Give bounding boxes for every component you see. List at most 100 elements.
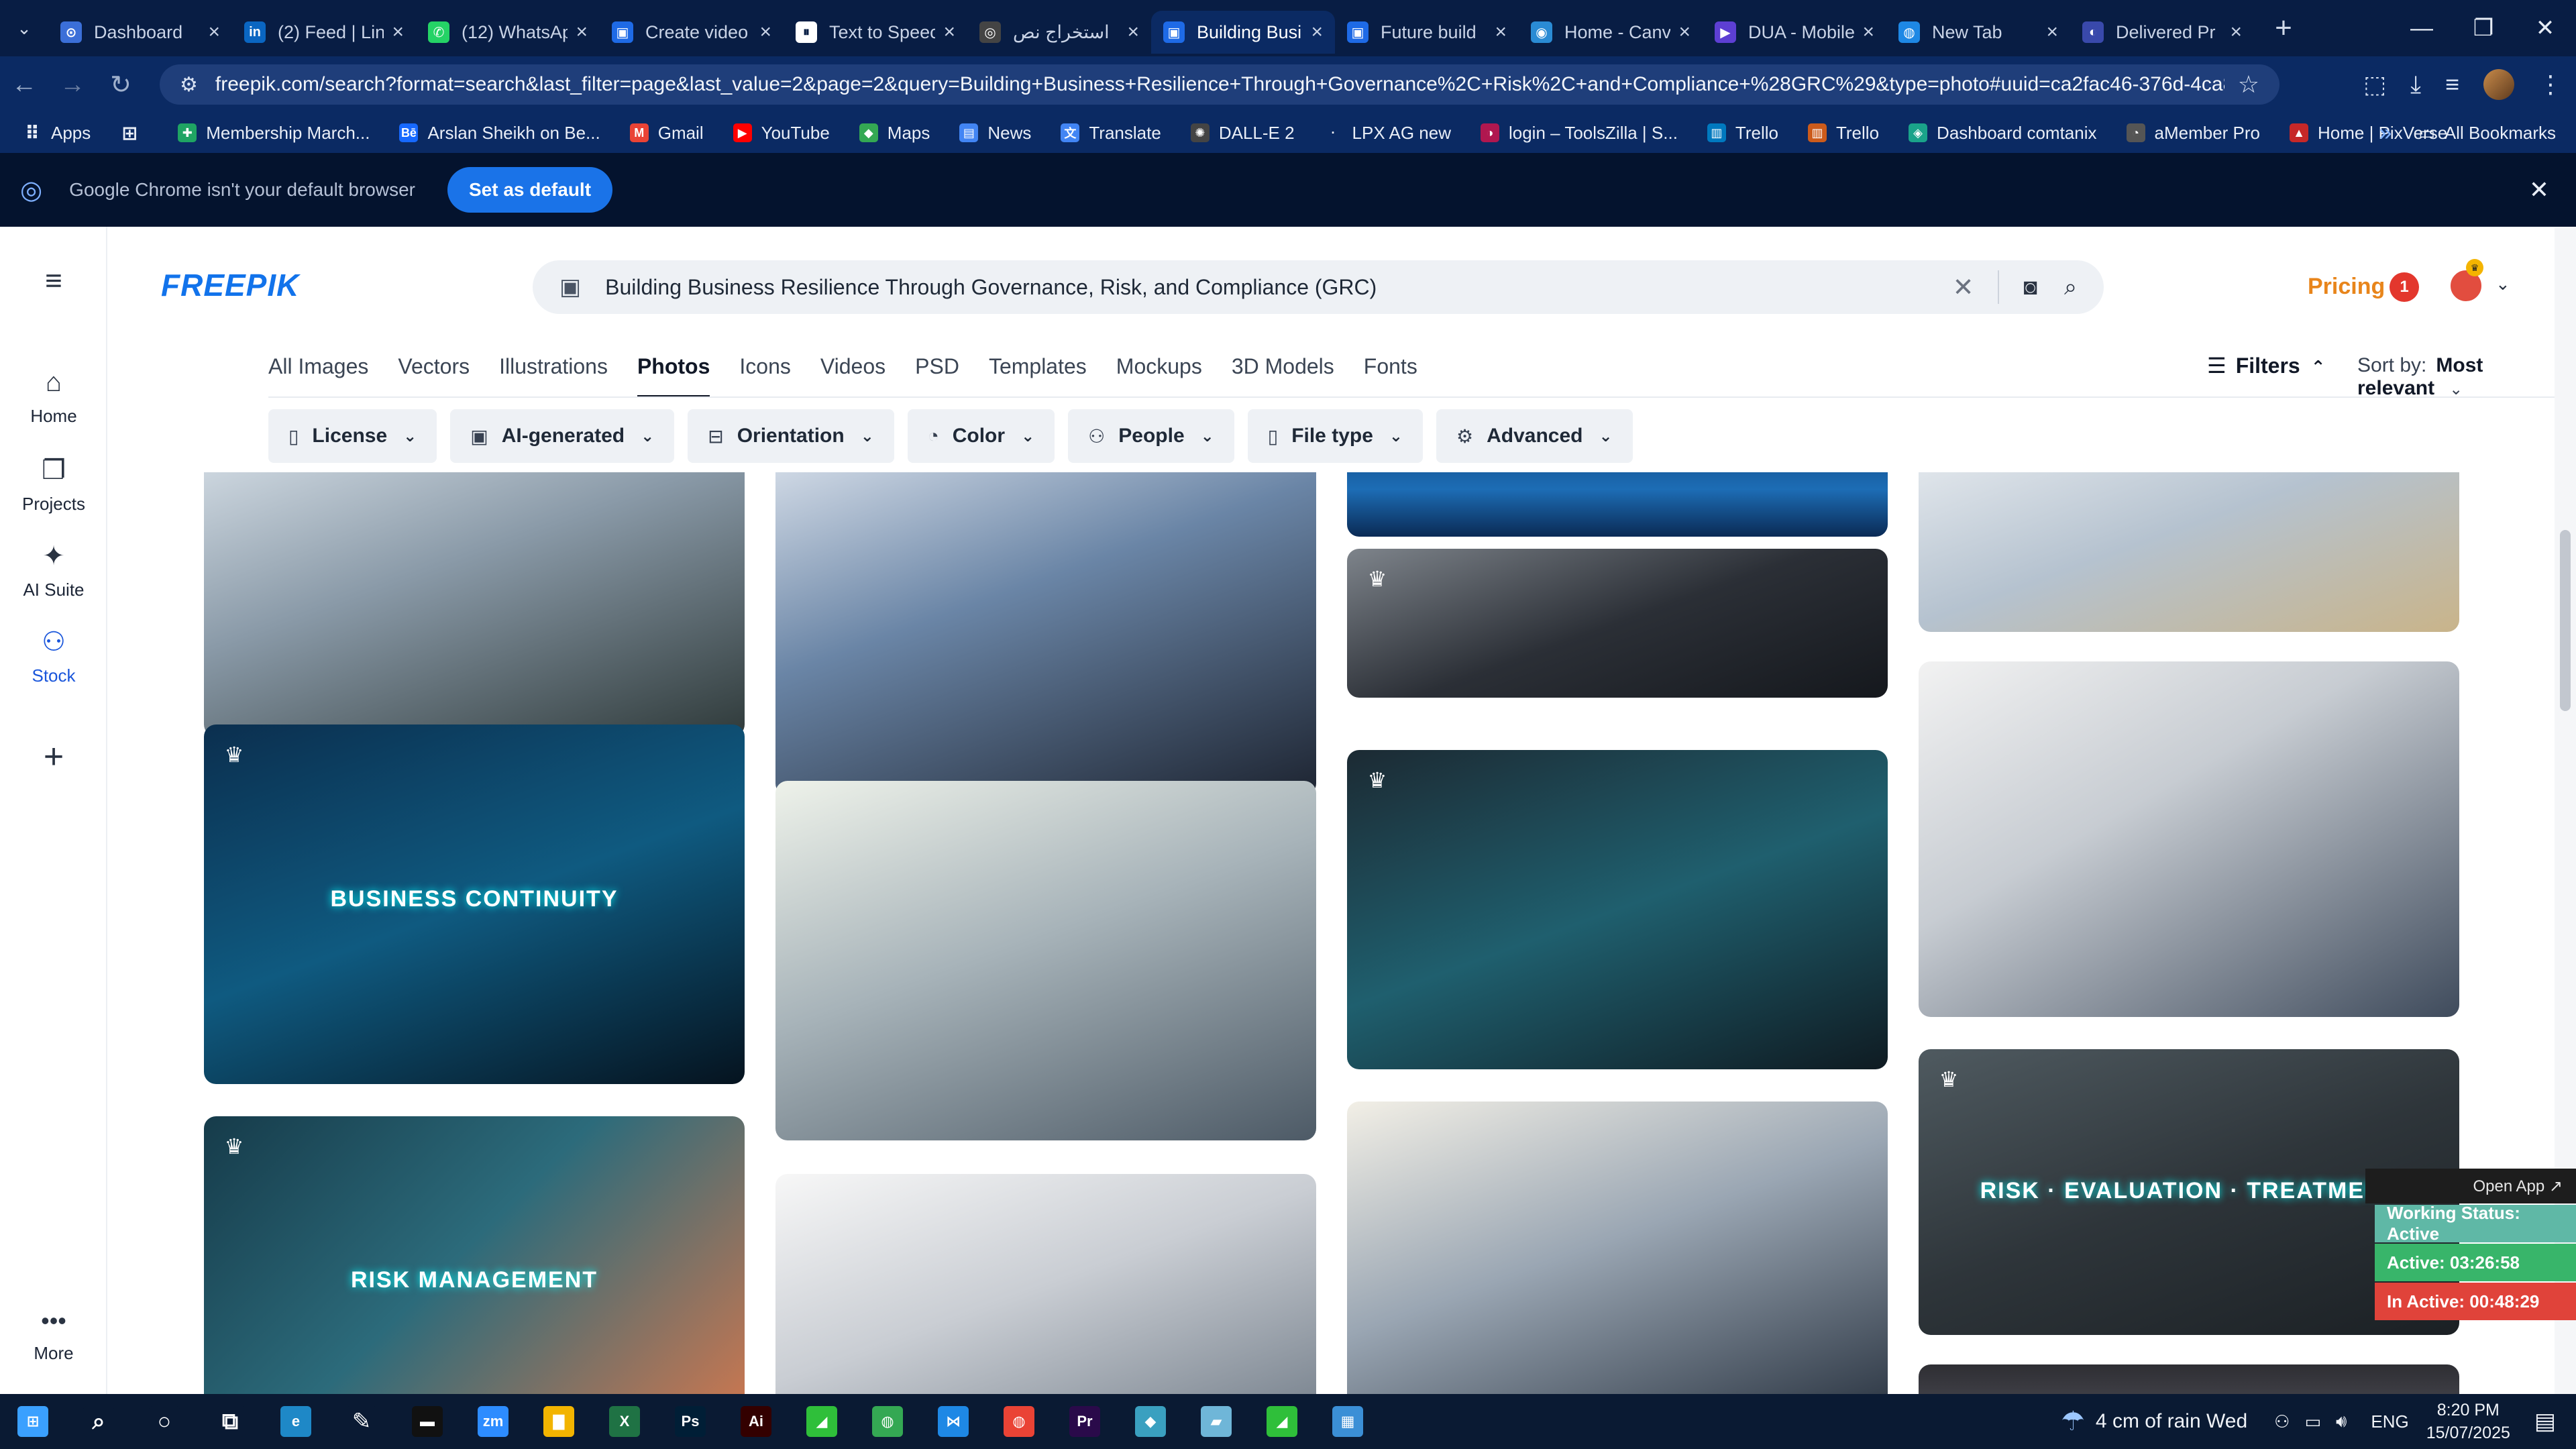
- taskbar-app-button[interactable]: ◍: [986, 1394, 1052, 1449]
- browser-tab[interactable]: ◍ New Tab ×: [1886, 11, 2070, 54]
- result-card-tablet-city-photo[interactable]: [775, 1174, 1316, 1394]
- extension-icon[interactable]: ⬚: [2363, 70, 2386, 99]
- type-tab[interactable]: Icons: [739, 354, 790, 398]
- filter-chip[interactable]: ▯ License ⌄: [268, 409, 437, 463]
- address-bar[interactable]: ⚙ freepik.com/search?format=search&last_…: [160, 64, 2279, 105]
- media-control-icon[interactable]: ≡: [2445, 70, 2459, 99]
- filter-chip[interactable]: ◔ Color ⌄: [907, 409, 1055, 463]
- tab-close-icon[interactable]: ×: [2230, 21, 2242, 44]
- account-chevron-icon[interactable]: ⌄: [2496, 274, 2510, 294]
- download-icon[interactable]: ⤓: [2410, 70, 2421, 99]
- tab-close-icon[interactable]: ×: [576, 21, 588, 44]
- tab-close-icon[interactable]: ×: [392, 21, 404, 44]
- profile-avatar[interactable]: [2483, 69, 2514, 100]
- result-card-business-continuity-photo[interactable]: ♛ BUSINESS CONTINUITY: [204, 724, 745, 1084]
- bookmark-item[interactable]: ✚ Membership March...: [178, 123, 370, 144]
- result-card-meeting-documents-photo[interactable]: [775, 472, 1316, 796]
- type-tab[interactable]: Videos: [820, 354, 885, 398]
- taskbar-app-button[interactable]: ○: [131, 1394, 197, 1449]
- taskbar-app-button[interactable]: ⋈: [920, 1394, 986, 1449]
- reload-icon[interactable]: ↻: [97, 56, 145, 113]
- result-card-blue-data-center-photo[interactable]: [1347, 472, 1888, 537]
- bookmark-item[interactable]: ▤ News: [959, 123, 1031, 144]
- taskbar-app-button[interactable]: ⊞: [0, 1394, 66, 1449]
- tab-close-icon[interactable]: ×: [1495, 21, 1507, 44]
- filter-chip[interactable]: ⊟ Orientation ⌄: [688, 409, 894, 463]
- result-card-documents-desk-photo[interactable]: [1347, 1102, 1888, 1394]
- left-nav-item[interactable]: ⌂ Home: [0, 368, 107, 427]
- bookmark-item[interactable]: ⠿ Apps: [23, 123, 91, 144]
- scrollbar-thumb[interactable]: [2560, 530, 2571, 711]
- taskbar-app-button[interactable]: e: [263, 1394, 329, 1449]
- taskbar-app-button[interactable]: ✎: [329, 1394, 394, 1449]
- bookmark-item[interactable]: ▶ YouTube: [733, 123, 830, 144]
- taskbar-app-button[interactable]: Ai: [723, 1394, 789, 1449]
- open-app-button[interactable]: Open App ↗: [2365, 1169, 2576, 1203]
- browser-tab[interactable]: ◐ Delivered Pr ×: [2070, 11, 2254, 54]
- type-tab[interactable]: 3D Models: [1232, 354, 1334, 398]
- taskbar-app-button[interactable]: X: [592, 1394, 657, 1449]
- url-text[interactable]: freepik.com/search?format=search&last_fi…: [215, 73, 2224, 96]
- bookmark-item[interactable]: ◔ aMember Pro: [2126, 123, 2260, 144]
- tab-search-chevron-icon[interactable]: ⌄: [0, 0, 48, 56]
- taskbar-app-button[interactable]: ◢: [789, 1394, 855, 1449]
- tab-close-icon[interactable]: ×: [1678, 21, 1690, 44]
- system-clock[interactable]: 8:20 PM 15/07/2025: [2426, 1399, 2510, 1444]
- bookmark-item[interactable]: 文 Translate: [1061, 123, 1161, 144]
- bookmark-item[interactable]: M Gmail: [629, 123, 704, 144]
- forward-icon[interactable]: →: [48, 56, 97, 113]
- search-bar[interactable]: ▣ Building Business Resilience Through G…: [533, 260, 2104, 314]
- bookmark-item[interactable]: ◑ login – ToolsZilla | S...: [1480, 123, 1678, 144]
- taskbar-app-button[interactable]: ▰: [1183, 1394, 1249, 1449]
- bookmark-star-icon[interactable]: ☆: [2238, 70, 2259, 99]
- infobar-close-icon[interactable]: ✕: [2529, 176, 2549, 204]
- result-card-risk-management-photo[interactable]: ♛ RISK MANAGEMENT: [204, 1116, 745, 1394]
- tab-close-icon[interactable]: ×: [2046, 21, 2058, 44]
- freepik-logo[interactable]: FREEPIK: [161, 267, 299, 303]
- bookmark-item[interactable]: ◆ Maps: [859, 123, 930, 144]
- sort-dropdown[interactable]: Sort by: Most relevant ⌄: [2357, 354, 2576, 400]
- filters-button[interactable]: ☰ Filters ⌃: [2207, 353, 2326, 378]
- taskbar-app-button[interactable]: ▬: [394, 1394, 460, 1449]
- browser-tab[interactable]: ▣ Building Business ×: [1151, 11, 1335, 54]
- tab-close-icon[interactable]: ×: [759, 21, 771, 44]
- back-icon[interactable]: ←: [0, 56, 48, 113]
- type-tab[interactable]: Fonts: [1364, 354, 1417, 398]
- clear-search-icon[interactable]: ✕: [1953, 272, 1974, 303]
- result-card-justice-scale-hexagons-photo[interactable]: ♛: [1347, 750, 1888, 1069]
- all-bookmarks-button[interactable]: ▭ All Bookmarks: [2418, 123, 2556, 144]
- notification-center-icon[interactable]: ▤: [2534, 1408, 2556, 1435]
- browser-tab[interactable]: in (2) Feed | LinkedIn ×: [232, 11, 416, 54]
- minimize-icon[interactable]: —: [2391, 0, 2453, 56]
- tab-close-icon[interactable]: ×: [943, 21, 955, 44]
- result-card-senior-meeting-photo[interactable]: [775, 781, 1316, 1140]
- language-indicator[interactable]: ENG: [2371, 1411, 2408, 1432]
- network-icon[interactable]: ▭: [2304, 1411, 2321, 1432]
- restore-icon[interactable]: ❐: [2453, 0, 2514, 56]
- taskbar-app-button[interactable]: ⌕: [66, 1394, 131, 1449]
- chrome-menu-icon[interactable]: ⋮: [2538, 70, 2563, 99]
- browser-tab[interactable]: ✆ (12) WhatsApp ×: [416, 11, 600, 54]
- weather-widget[interactable]: ☂ 4 cm of rain Wed: [2061, 1406, 2247, 1437]
- volume-icon[interactable]: 🔊︎: [2336, 1411, 2347, 1432]
- tab-close-icon[interactable]: ×: [1127, 21, 1139, 44]
- type-tab[interactable]: Mockups: [1116, 354, 1202, 398]
- search-icon[interactable]: ⌕: [2064, 274, 2077, 301]
- bookmark-item[interactable]: · LPX AG new: [1324, 123, 1451, 144]
- taskbar-app-button[interactable]: zm: [460, 1394, 526, 1449]
- bookmark-item[interactable]: ◈ Dashboard comtanix: [1909, 123, 2097, 144]
- bookmark-item[interactable]: ▥ Trello: [1707, 123, 1778, 144]
- type-tab[interactable]: Illustrations: [499, 354, 608, 398]
- type-tab[interactable]: Templates: [989, 354, 1087, 398]
- taskbar-app-button[interactable]: ▦: [1315, 1394, 1381, 1449]
- search-input[interactable]: Building Business Resilience Through Gov…: [605, 275, 1952, 300]
- type-tab[interactable]: Photos: [637, 354, 710, 398]
- result-card-office-team-screens-photo[interactable]: [204, 472, 745, 737]
- notifications-badge[interactable]: 1: [2390, 272, 2419, 302]
- taskbar-app-button[interactable]: ◍: [855, 1394, 920, 1449]
- more-bookmarks-icon[interactable]: »: [2379, 120, 2392, 146]
- bookmark-item[interactable]: ✺ DALL-E 2: [1190, 123, 1295, 144]
- filter-chip[interactable]: ⚙ Advanced ⌄: [1436, 409, 1633, 463]
- browser-tab[interactable]: ⏸ Text to Speech ×: [784, 11, 967, 54]
- type-tab[interactable]: All Images: [268, 354, 368, 398]
